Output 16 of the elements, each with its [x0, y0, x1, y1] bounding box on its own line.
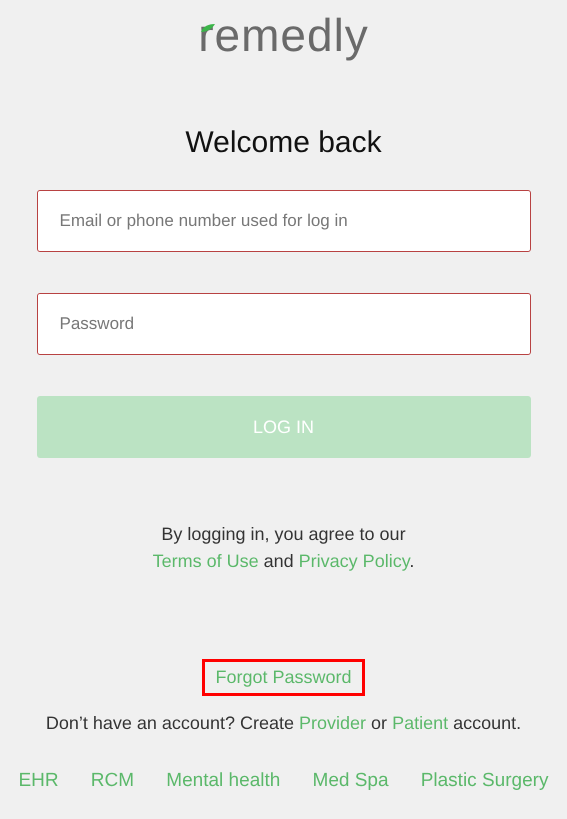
text-link[interactable]: Patient	[392, 713, 448, 733]
footer-link[interactable]: Plastic Surgery	[420, 770, 548, 792]
text-link[interactable]: Terms of Use	[152, 551, 259, 571]
page-title: Welcome back	[185, 126, 382, 160]
email-field[interactable]: Email or phone number used for log in	[36, 190, 530, 252]
text-link[interactable]: Privacy Policy	[298, 551, 410, 571]
footer-link[interactable]: Mental health	[166, 770, 280, 792]
agreement-text: By logging in, you agree to our Terms of Use and Privacy Policy.	[152, 523, 414, 573]
text-link[interactable]: Provider	[299, 713, 366, 733]
signup-text: Don’t have an account? Create Provider or Patient account.	[46, 712, 522, 735]
forgot-password-link[interactable]: Forgot Password	[202, 659, 365, 696]
logo: remedly	[198, 8, 369, 62]
footer-link[interactable]: RCM	[90, 770, 134, 792]
footer-link[interactable]: Med Spa	[312, 770, 389, 792]
footer-link[interactable]: EHR	[18, 770, 59, 792]
password-field[interactable]: Password	[36, 293, 530, 355]
